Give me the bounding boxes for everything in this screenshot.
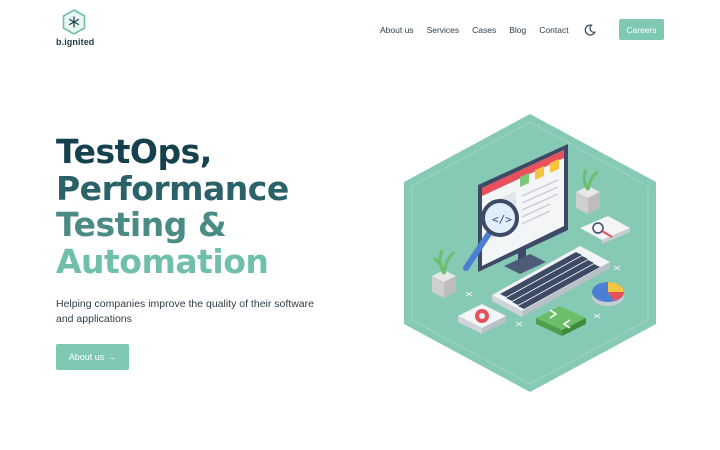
logo[interactable]: b.ignited [56,9,96,49]
arrow-right-icon: → [107,352,117,362]
nav-link-cases[interactable]: Cases [472,25,496,35]
pie-chart [592,282,624,306]
logo-text: b.ignited [56,37,95,47]
about-us-button-label: About us [68,352,105,362]
nav-link-services[interactable]: Services [427,25,460,35]
hero-subtitle: Helping companies improve the quality of… [56,298,314,325]
logo-hexagon-icon [62,9,86,35]
hero-title-line-1: TestOps, [56,132,212,171]
svg-text:</>: </> [492,213,512,226]
moon-icon[interactable] [584,24,596,36]
hero-title: TestOps, Performance Testing & Automatio… [56,132,289,281]
nav-link-blog[interactable]: Blog [509,25,526,35]
main-nav: About us Services Cases Blog Contact [380,22,596,38]
nav-link-about-us[interactable]: About us [380,25,414,35]
nav-link-contact[interactable]: Contact [539,25,568,35]
hero-title-line-4: Automation [56,241,269,281]
hero-title-line-3: Testing & [56,205,227,244]
careers-button[interactable]: Careers [619,19,664,40]
isometric-testing-illustration: </> [404,114,656,392]
about-us-button[interactable]: About us → [56,344,129,370]
hero-title-line-2: Performance [56,168,289,208]
